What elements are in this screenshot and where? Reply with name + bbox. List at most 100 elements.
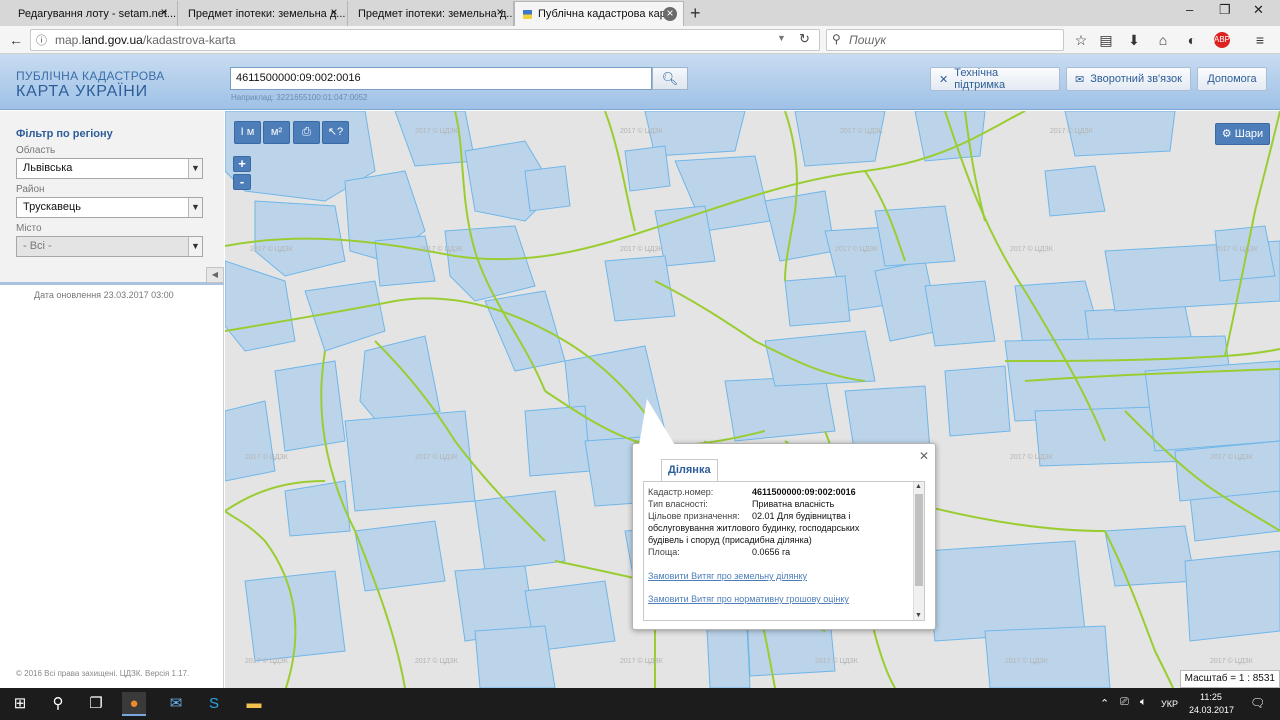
- example-hint: Наприклад: 3221655100:01:047:0052: [231, 93, 368, 102]
- task-view-icon[interactable]: ❐: [84, 692, 108, 716]
- browser-tab-3[interactable]: Предмет іпотеки: земельна д... ×: [348, 1, 514, 26]
- close-tab-icon[interactable]: ×: [327, 6, 341, 20]
- bookmark-star-icon[interactable]: ☆: [1071, 30, 1091, 50]
- misto-label: Місто: [16, 223, 42, 234]
- cadastral-number-value: 4611500000:09:002:0016: [752, 487, 856, 497]
- network-icon[interactable]: ⎚: [1120, 696, 1129, 709]
- print-button[interactable]: ⎙: [293, 121, 320, 144]
- url-text: map.land.gov.ua/kadastrova-karta: [55, 33, 236, 47]
- watermark-label: 2017 © ЦДЗК: [1010, 453, 1054, 461]
- order-valuation-link[interactable]: Замовити Витяг про нормативну грошову оц…: [648, 594, 849, 604]
- purpose-continued: обслуговування житлового будинку, господ…: [648, 523, 860, 533]
- scroll-up-icon[interactable]: ▲: [915, 483, 922, 490]
- pocket-icon[interactable]: ◐: [1182, 30, 1202, 50]
- watermark-label: 2017 © ЦДЗК: [815, 657, 859, 665]
- tray-chevron-icon[interactable]: ⌃: [1100, 697, 1109, 710]
- close-icon[interactable]: ✕: [919, 449, 929, 463]
- feedback-label: Зворотний зв'язок: [1090, 73, 1182, 85]
- scroll-thumb[interactable]: [915, 494, 923, 586]
- volume-icon[interactable]: 🔈︎: [1140, 696, 1147, 709]
- oblast-select[interactable]: Львівська ▼: [16, 158, 203, 179]
- skype-icon[interactable]: S: [202, 692, 226, 716]
- layers-label: Шари: [1234, 128, 1264, 140]
- reading-list-icon[interactable]: ▤: [1096, 30, 1116, 50]
- watermark-label: 2017 © ЦДЗК: [1010, 245, 1054, 253]
- file-explorer-icon[interactable]: ▬: [242, 692, 266, 716]
- browser-tab-1[interactable]: Редагування лоту - setam.net... ×: [0, 1, 178, 26]
- filter-title: Фільтр по регіону: [16, 128, 113, 140]
- zoom-out-button[interactable]: -: [233, 174, 251, 190]
- url-bar[interactable]: ⓘ map.land.gov.ua/kadastrova-karta ▼ ↻: [30, 29, 820, 51]
- misto-select[interactable]: - Всі - ▼: [16, 236, 203, 257]
- back-icon[interactable]: ←: [6, 30, 26, 50]
- search-placeholder: Пошук: [849, 33, 886, 47]
- zoom-in-button[interactable]: +: [233, 156, 251, 172]
- measure-area-button[interactable]: м²: [263, 121, 290, 144]
- collapse-panel-button[interactable]: ◀: [206, 267, 224, 283]
- watermark-label: 2017 © ЦДЗК: [1005, 657, 1049, 665]
- new-tab-button[interactable]: +: [690, 3, 701, 24]
- browser-tab-4[interactable]: Публічна кадастрова кар... ×: [514, 1, 684, 26]
- update-value: 23.03.2017 03:00: [103, 290, 174, 300]
- adblock-icon[interactable]: ABP: [1212, 30, 1232, 50]
- download-icon[interactable]: ⬇: [1124, 30, 1144, 50]
- popup-scrollbar[interactable]: ▲ ▼: [913, 482, 924, 620]
- minimize-icon[interactable]: –: [1186, 2, 1193, 17]
- cadastral-search-input[interactable]: 4611500000:09:002:0016: [230, 67, 652, 90]
- menu-icon[interactable]: ≡: [1250, 30, 1270, 50]
- layers-button[interactable]: ⚙ Шари: [1215, 123, 1270, 145]
- chevron-down-icon: ▼: [188, 237, 202, 256]
- watermark-label: 2017 © ЦДЗК: [1215, 245, 1259, 253]
- thunderbird-icon[interactable]: ✉: [164, 692, 188, 716]
- ownership-value: Приватна власність: [752, 499, 835, 509]
- logo-line-2: КАРТА УКРАЇНИ: [16, 83, 148, 100]
- clock-date: 24.03.2017: [1189, 705, 1235, 715]
- feedback-button[interactable]: ✉ Зворотний зв'язок: [1066, 67, 1191, 91]
- help-button[interactable]: Допомога: [1197, 67, 1267, 91]
- scroll-down-icon[interactable]: ▼: [915, 612, 922, 619]
- watermark-label: 2017 © ЦДЗК: [415, 127, 459, 135]
- region-filter: Фільтр по регіону Область Львівська ▼ Ра…: [0, 111, 224, 285]
- rayon-value: Трускавець: [23, 201, 82, 213]
- search-icon[interactable]: ⚲: [46, 692, 70, 716]
- firefox-icon[interactable]: ●: [122, 692, 146, 716]
- start-icon[interactable]: ⊞: [8, 692, 32, 716]
- identify-button[interactable]: ↖?: [322, 121, 349, 144]
- tab-title: Предмет іпотеки: земельна д...: [188, 7, 346, 20]
- chevron-down-icon: ▼: [188, 198, 202, 217]
- oblast-value: Львівська: [23, 162, 73, 174]
- dropdown-icon[interactable]: ▼: [777, 33, 786, 43]
- logo-line-1: ПУБЛІЧНА КАДАСТРОВА: [16, 69, 165, 83]
- home-icon[interactable]: ⌂: [1153, 30, 1173, 50]
- close-tab-icon[interactable]: ×: [493, 6, 507, 20]
- search-box[interactable]: ⚲ Пошук: [826, 29, 1064, 51]
- order-extract-link[interactable]: Замовити Витяг про земельну ділянку: [648, 571, 807, 581]
- watermark-label: 2017 © ЦДЗК: [620, 127, 664, 135]
- envelope-icon: ✉: [1075, 73, 1085, 86]
- watermark-label: 2017 © ЦДЗК: [245, 657, 289, 665]
- row-label: Кадастр.номер:: [648, 487, 714, 497]
- misto-value: - Всі -: [23, 240, 52, 252]
- measure-distance-button[interactable]: I м: [234, 121, 261, 144]
- left-panel: Фільтр по регіону Область Львівська ▼ Ра…: [0, 111, 224, 688]
- maximize-icon[interactable]: ❐: [1219, 2, 1231, 18]
- rayon-label: Район: [16, 184, 45, 195]
- window-close-icon[interactable]: ✕: [1253, 2, 1264, 18]
- tab-parcel[interactable]: Ділянка: [661, 459, 718, 481]
- notifications-icon[interactable]: 🗨︎: [1250, 696, 1265, 710]
- purpose-continued: будівель і споруд (присадибна ділянка): [648, 535, 812, 545]
- watermark-label: 2017 © ЦДЗК: [415, 657, 459, 665]
- watermark-label: 2017 © ЦДЗК: [415, 453, 459, 461]
- watermark-label: 2017 © ЦДЗК: [245, 453, 289, 461]
- rayon-select[interactable]: Трускавець ▼: [16, 197, 203, 218]
- cadastral-search-button[interactable]: 🔍︎: [652, 67, 688, 90]
- close-tab-icon[interactable]: ×: [157, 6, 171, 20]
- pointer-icon: ↖?: [327, 126, 344, 138]
- help-label: Допомога: [1207, 73, 1257, 85]
- support-button[interactable]: ✕ Технічна підтримка: [930, 67, 1060, 91]
- close-tab-icon[interactable]: ×: [663, 7, 677, 21]
- language-indicator[interactable]: УКР: [1161, 699, 1178, 709]
- browser-tab-2[interactable]: Предмет іпотеки: земельна д... ×: [178, 1, 348, 26]
- ukraine-flag-icon: [523, 9, 532, 19]
- reload-icon[interactable]: ↻: [799, 31, 810, 47]
